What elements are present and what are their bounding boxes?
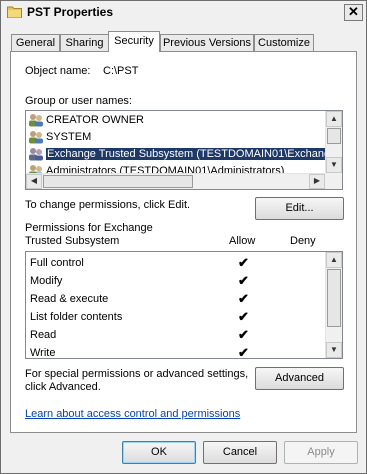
permission-row: Modify ✔ <box>30 273 249 288</box>
group-user-list[interactable]: CREATOR OWNER SYSTEM Exchange Trusted Su… <box>25 110 343 190</box>
tab-customize[interactable]: Customize <box>254 34 314 51</box>
allow-check-icon: ✔ <box>238 345 249 359</box>
scroll-up-button[interactable]: ▲ <box>326 252 342 268</box>
scroll-left-button[interactable]: ◀ <box>26 174 42 189</box>
ok-button[interactable]: OK <box>122 441 196 464</box>
list-item[interactable]: CREATOR OWNER <box>28 112 144 129</box>
permission-row: Read & execute ✔ <box>30 291 249 306</box>
allow-column-header: Allow <box>229 235 256 247</box>
permission-row: Full control ✔ <box>30 255 249 270</box>
list-item-selected[interactable]: Exchange Trusted Subsystem (TESTDOMAIN01… <box>28 146 342 163</box>
object-name-value: C:\PST <box>103 65 139 77</box>
tab-previous-versions[interactable]: Previous Versions <box>160 34 254 51</box>
close-button[interactable]: ✕ <box>344 4 363 21</box>
list-item[interactable]: SYSTEM <box>28 129 91 146</box>
allow-check-icon: ✔ <box>238 273 249 288</box>
apply-button[interactable]: Apply <box>284 441 358 464</box>
edit-button[interactable]: Edit... <box>255 197 344 220</box>
permission-row: Read ✔ <box>30 327 249 342</box>
special-permissions-text-line2: click Advanced. <box>25 381 101 393</box>
permissions-list: Full control ✔ Modify ✔ Read & execute ✔… <box>25 251 343 359</box>
permissions-label-line2: Trusted Subsystem <box>25 235 120 247</box>
triangle-down-icon: ▼ <box>330 160 338 169</box>
allow-check-icon: ✔ <box>238 255 249 270</box>
triangle-left-icon: ◀ <box>30 176 38 185</box>
allow-check-icon: ✔ <box>238 327 249 342</box>
advanced-button[interactable]: Advanced <box>255 367 344 390</box>
group-list-label: Group or user names: <box>25 95 132 107</box>
properties-dialog: PST Properties ✕ General Sharing Securit… <box>0 0 367 474</box>
permission-row: Write ✔ <box>30 344 320 359</box>
group-list-vertical-scrollbar[interactable]: ▲ ▼ <box>325 111 342 173</box>
scroll-down-button[interactable]: ▼ <box>326 342 342 358</box>
special-permissions-text-line1: For special permissions or advanced sett… <box>25 368 249 380</box>
users-icon <box>29 131 43 144</box>
scroll-thumb[interactable] <box>327 269 341 327</box>
tab-general[interactable]: General <box>11 34 60 51</box>
triangle-down-icon: ▼ <box>330 345 338 354</box>
title-bar[interactable]: PST Properties ✕ <box>1 1 366 25</box>
scrollbar-corner <box>325 173 342 189</box>
scroll-up-button[interactable]: ▲ <box>326 111 342 127</box>
triangle-up-icon: ▲ <box>330 114 338 123</box>
triangle-right-icon: ▶ <box>313 176 321 185</box>
allow-check-icon: ✔ <box>238 309 249 324</box>
tab-security[interactable]: Security <box>108 31 160 52</box>
permission-row: List folder contents ✔ <box>30 309 249 324</box>
window-title: PST Properties <box>27 5 114 19</box>
cancel-button[interactable]: Cancel <box>203 441 277 464</box>
users-icon <box>29 148 43 161</box>
scroll-down-button[interactable]: ▼ <box>326 157 342 173</box>
scroll-thumb[interactable] <box>43 175 193 188</box>
change-permissions-hint: To change permissions, click Edit. <box>25 199 191 211</box>
deny-column-header: Deny <box>290 235 316 247</box>
tab-sharing[interactable]: Sharing <box>60 34 109 51</box>
allow-check-icon: ✔ <box>238 291 249 306</box>
security-panel: Object name: C:\PST Group or user names:… <box>10 51 357 433</box>
learn-access-control-link[interactable]: Learn about access control and permissio… <box>25 408 240 420</box>
triangle-up-icon: ▲ <box>330 255 338 264</box>
permissions-vertical-scrollbar[interactable]: ▲ ▼ <box>325 252 342 358</box>
object-name-label: Object name: <box>25 65 91 77</box>
folder-icon <box>7 6 22 18</box>
users-icon <box>29 114 43 127</box>
permissions-label-line1: Permissions for Exchange <box>25 222 153 234</box>
group-list-horizontal-scrollbar[interactable]: ◀ ▶ <box>26 173 325 189</box>
close-icon: ✕ <box>348 4 359 19</box>
scroll-right-button[interactable]: ▶ <box>309 174 325 189</box>
scroll-thumb[interactable] <box>327 128 341 144</box>
